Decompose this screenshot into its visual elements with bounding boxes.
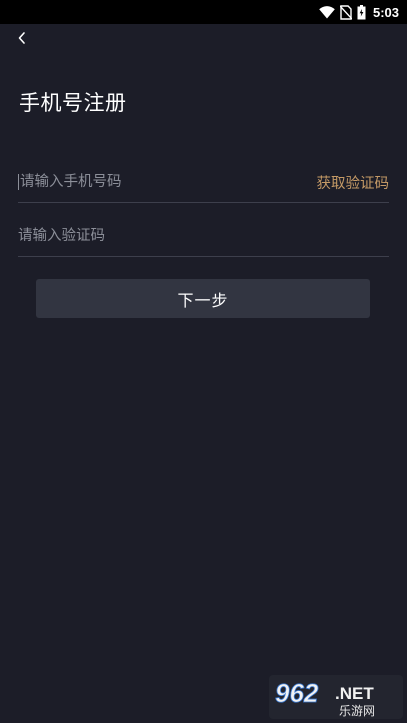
svg-text:962: 962 bbox=[275, 678, 319, 708]
back-button[interactable] bbox=[10, 26, 34, 50]
next-button[interactable]: 下一步 bbox=[36, 279, 370, 318]
watermark-logo: 962 .NET 乐游网 bbox=[269, 675, 403, 719]
get-code-button[interactable]: 获取验证码 bbox=[317, 172, 390, 193]
status-bar: 5:03 bbox=[0, 0, 407, 24]
status-icons: 5:03 bbox=[319, 0, 399, 24]
phone-input[interactable] bbox=[20, 162, 317, 202]
code-field-row bbox=[18, 216, 389, 257]
phone-field-row: 获取验证码 bbox=[18, 162, 389, 203]
status-time: 5:03 bbox=[372, 4, 399, 20]
code-input[interactable] bbox=[18, 216, 389, 256]
page-title: 手机号注册 bbox=[19, 91, 127, 115]
chevron-left-icon bbox=[18, 32, 25, 44]
svg-text:乐游网: 乐游网 bbox=[339, 704, 375, 718]
svg-text:.NET: .NET bbox=[335, 684, 374, 703]
wifi-icon bbox=[319, 5, 335, 18]
text-caret bbox=[18, 174, 19, 190]
no-sim-icon bbox=[339, 4, 352, 20]
battery-icon bbox=[357, 4, 366, 19]
